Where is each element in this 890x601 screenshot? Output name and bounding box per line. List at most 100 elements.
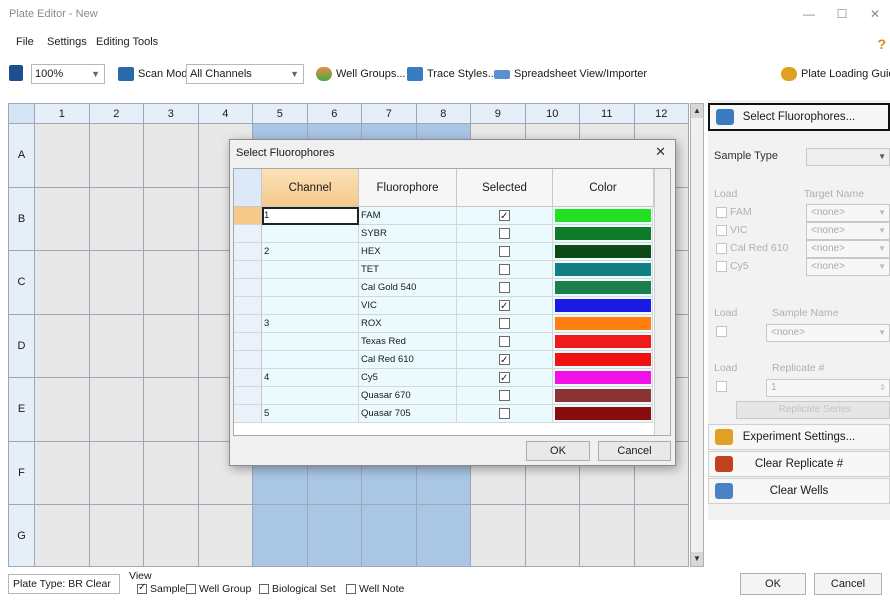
well-cell[interactable] bbox=[198, 505, 253, 566]
target-load-checkbox[interactable] bbox=[716, 207, 727, 218]
row-selector[interactable] bbox=[234, 333, 262, 351]
column-header[interactable]: 4 bbox=[198, 104, 253, 124]
header-channel[interactable]: Channel bbox=[262, 169, 359, 207]
well-cell[interactable] bbox=[35, 505, 90, 566]
well-cell[interactable] bbox=[307, 505, 362, 566]
fluorophore-cell[interactable]: Cal Red 610 bbox=[359, 351, 457, 369]
row-selector[interactable] bbox=[234, 351, 262, 369]
dialog-cancel-button[interactable]: Cancel bbox=[598, 441, 671, 461]
row-selector[interactable] bbox=[234, 243, 262, 261]
spreadsheet-button[interactable]: Spreadsheet View/Importer bbox=[494, 64, 647, 84]
scroll-up-icon[interactable]: ▲ bbox=[691, 104, 703, 118]
well-cell[interactable] bbox=[144, 441, 199, 505]
well-cell[interactable] bbox=[35, 124, 90, 188]
row-selector[interactable] bbox=[234, 387, 262, 405]
view-option[interactable]: Sample bbox=[137, 582, 186, 595]
well-cell[interactable] bbox=[634, 505, 688, 566]
header-selected[interactable]: Selected bbox=[457, 169, 553, 207]
clear-replicate-button[interactable]: Clear Replicate # bbox=[708, 451, 890, 477]
channel-cell[interactable]: 3 bbox=[262, 315, 359, 333]
table-row[interactable]: 5 Quasar 705 bbox=[234, 405, 654, 423]
well-cell[interactable] bbox=[144, 314, 199, 378]
color-cell[interactable] bbox=[553, 387, 653, 405]
well-cell[interactable] bbox=[89, 187, 144, 251]
color-swatch[interactable] bbox=[555, 263, 651, 276]
cancel-button[interactable]: Cancel bbox=[814, 573, 882, 595]
table-row[interactable]: TET bbox=[234, 261, 654, 279]
view-option[interactable]: Well Note bbox=[346, 583, 404, 595]
color-swatch[interactable] bbox=[555, 209, 651, 222]
channel-cell[interactable]: 4 bbox=[262, 369, 359, 387]
plate-loading-guide-button[interactable]: Plate Loading Guide bbox=[781, 64, 890, 84]
well-cell[interactable] bbox=[35, 251, 90, 315]
table-row[interactable]: Texas Red bbox=[234, 333, 654, 351]
channel-cell[interactable] bbox=[262, 351, 359, 369]
menu-file[interactable]: File bbox=[16, 36, 34, 48]
table-row[interactable]: 1 FAM bbox=[234, 207, 654, 225]
column-header[interactable]: 11 bbox=[580, 104, 635, 124]
table-row[interactable]: Cal Red 610 bbox=[234, 351, 654, 369]
selected-checkbox[interactable] bbox=[499, 352, 510, 369]
well-cell[interactable] bbox=[471, 505, 526, 566]
channel-cell[interactable] bbox=[262, 333, 359, 351]
plate-scrollbar[interactable]: ▲ ▼ bbox=[690, 103, 704, 567]
target-load-checkbox[interactable] bbox=[716, 261, 727, 272]
column-header[interactable]: 6 bbox=[307, 104, 362, 124]
well-cell[interactable] bbox=[416, 505, 471, 566]
row-selector[interactable] bbox=[234, 315, 262, 333]
color-swatch[interactable] bbox=[555, 245, 651, 258]
column-header[interactable]: 2 bbox=[89, 104, 144, 124]
selected-checkbox[interactable] bbox=[499, 282, 510, 293]
row-selector[interactable] bbox=[234, 261, 262, 279]
well-cell[interactable] bbox=[35, 187, 90, 251]
well-cell[interactable] bbox=[362, 505, 417, 566]
well-groups-button[interactable]: Well Groups... bbox=[316, 64, 406, 84]
channel-cell[interactable] bbox=[262, 261, 359, 279]
replicate-series-button[interactable]: Replicate Series bbox=[736, 401, 890, 419]
view-option-checkbox[interactable] bbox=[259, 584, 269, 594]
zoom-select[interactable]: 100% ▼ bbox=[31, 64, 105, 84]
selected-checkbox[interactable] bbox=[499, 228, 510, 239]
menu-settings[interactable]: Settings bbox=[47, 36, 87, 48]
column-header[interactable]: 10 bbox=[525, 104, 580, 124]
color-cell[interactable] bbox=[553, 351, 653, 369]
row-selector[interactable] bbox=[234, 297, 262, 315]
well-cell[interactable] bbox=[144, 124, 199, 188]
selected-checkbox[interactable] bbox=[499, 264, 510, 275]
help-icon[interactable]: ? bbox=[877, 36, 886, 52]
well-cell[interactable] bbox=[253, 505, 308, 566]
fluorophore-cell[interactable]: FAM bbox=[359, 207, 457, 225]
fluorophore-cell[interactable]: Cy5 bbox=[359, 369, 457, 387]
scroll-down-icon[interactable]: ▼ bbox=[691, 552, 703, 566]
table-row[interactable]: Quasar 670 bbox=[234, 387, 654, 405]
target-name-select[interactable]: <none> ▼ bbox=[806, 258, 890, 276]
replicate-load-checkbox[interactable] bbox=[716, 381, 727, 392]
table-row[interactable]: VIC bbox=[234, 297, 654, 315]
well-cell[interactable] bbox=[580, 505, 635, 566]
well-cell[interactable] bbox=[35, 314, 90, 378]
table-row[interactable]: 4 Cy5 bbox=[234, 369, 654, 387]
color-cell[interactable] bbox=[553, 279, 653, 297]
menu-editing-tools[interactable]: Editing Tools bbox=[96, 36, 158, 48]
sample-name-select[interactable]: <none> ▼ bbox=[766, 324, 890, 342]
column-header[interactable]: 9 bbox=[471, 104, 526, 124]
save-icon[interactable] bbox=[9, 65, 23, 81]
column-header[interactable]: 8 bbox=[416, 104, 471, 124]
row-selector[interactable] bbox=[234, 405, 262, 423]
color-swatch[interactable] bbox=[555, 299, 651, 312]
table-scrollbar[interactable] bbox=[654, 169, 670, 435]
channel-cell[interactable] bbox=[262, 279, 359, 297]
channel-cell[interactable] bbox=[262, 225, 359, 243]
close-button[interactable]: ✕ bbox=[864, 5, 886, 23]
target-load-checkbox[interactable] bbox=[716, 243, 727, 254]
maximize-button[interactable]: ☐ bbox=[831, 5, 853, 23]
selected-checkbox[interactable] bbox=[499, 246, 510, 257]
target-load-checkbox[interactable] bbox=[716, 225, 727, 236]
channel-cell[interactable] bbox=[262, 297, 359, 315]
row-selector[interactable] bbox=[234, 279, 262, 297]
sample-type-select[interactable]: ▼ bbox=[806, 148, 890, 166]
row-header[interactable]: C bbox=[9, 251, 35, 315]
table-corner[interactable] bbox=[234, 169, 262, 207]
view-option[interactable]: Biological Set bbox=[259, 583, 336, 595]
selected-checkbox[interactable] bbox=[499, 208, 510, 225]
